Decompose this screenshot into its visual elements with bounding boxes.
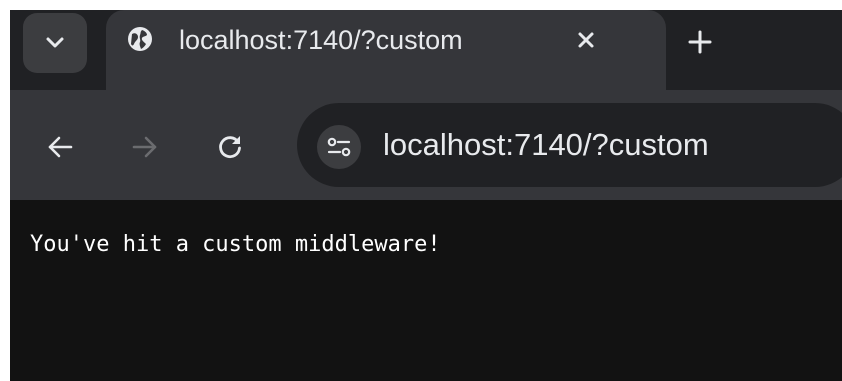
chevron-down-icon: [45, 36, 65, 50]
globe-icon: [126, 25, 154, 53]
site-info-button[interactable]: [317, 125, 361, 169]
plus-icon: [688, 30, 712, 54]
arrow-right-icon: [131, 135, 159, 159]
back-button[interactable]: [40, 127, 80, 167]
reload-icon: [217, 134, 243, 160]
close-icon: [577, 31, 595, 49]
browser-toolbar: localhost:7140/?custom: [10, 90, 842, 200]
tab-search-button[interactable]: [23, 13, 87, 73]
address-bar[interactable]: localhost:7140/?custom: [297, 103, 842, 187]
reload-button[interactable]: [210, 127, 250, 167]
page-body-text: You've hit a custom middleware!: [30, 232, 441, 257]
browser-window: localhost:7140/?custom localhost:7140/?c…: [10, 10, 842, 381]
new-tab-button[interactable]: [680, 22, 720, 62]
tune-icon: [326, 135, 352, 159]
close-tab-button[interactable]: [570, 24, 602, 56]
page-content: You've hit a custom middleware!: [10, 200, 842, 381]
tab-strip: localhost:7140/?custom: [10, 10, 842, 90]
url-text[interactable]: localhost:7140/?custom: [383, 126, 709, 164]
tab-title: localhost:7140/?custom: [179, 25, 463, 55]
forward-button[interactable]: [125, 127, 165, 167]
tab-active[interactable]: localhost:7140/?custom: [106, 10, 666, 90]
arrow-left-icon: [46, 135, 74, 159]
